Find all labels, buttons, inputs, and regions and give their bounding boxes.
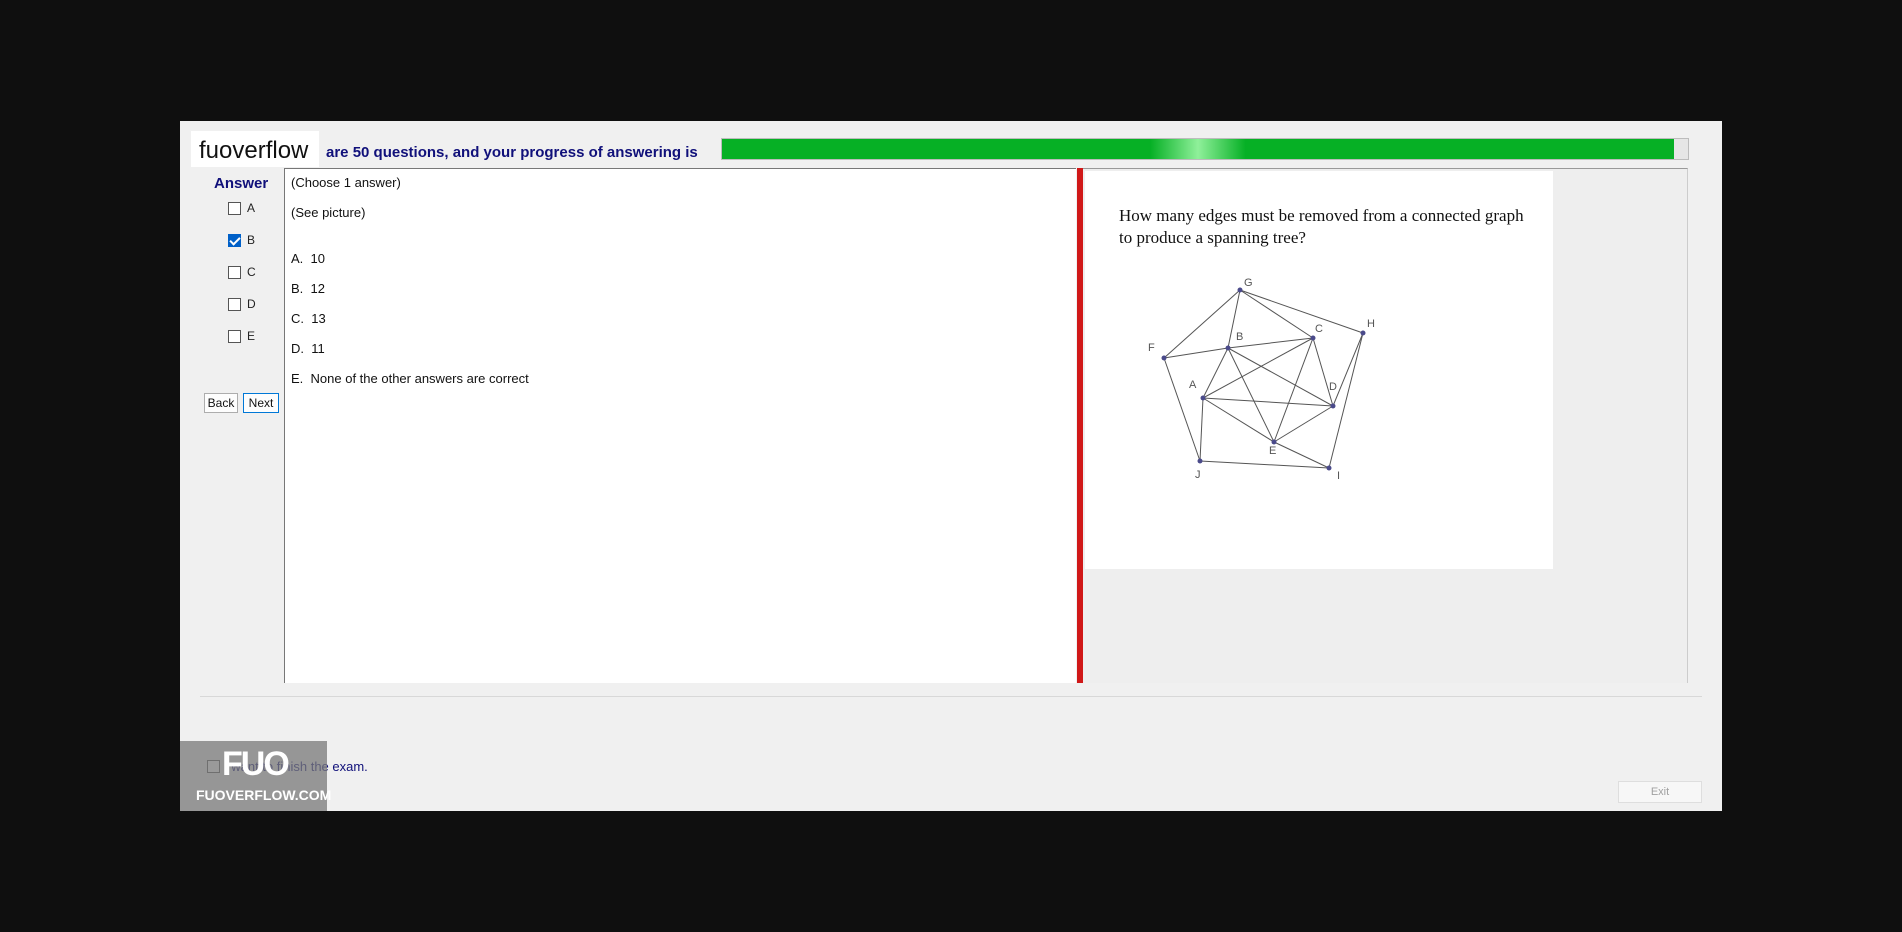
- graph-diagram: A B C D E F G H I J: [1148, 277, 1375, 482]
- graph-edge-b-a: [1202, 347, 1229, 399]
- graph-vertex-c: [1310, 335, 1316, 341]
- choice-e: E. None of the other answers are correct: [291, 371, 529, 386]
- exam-window: fuoverflow are 50 questions, and your pr…: [180, 121, 1722, 811]
- choice-text: 11: [311, 341, 325, 356]
- logo-box: fuoverflow: [191, 131, 319, 167]
- choice-b: B. 12: [291, 281, 325, 296]
- choice-letter: E.: [291, 371, 304, 386]
- answer-checkbox-b[interactable]: [228, 233, 241, 247]
- watermark: FUO FUOVERFLOW.COM: [180, 741, 331, 811]
- graph-vertex-j: [1197, 458, 1203, 464]
- watermark-logo: FUO: [222, 745, 290, 783]
- graph-edge-h-d: [1332, 332, 1364, 407]
- choice-c: C. 13: [291, 311, 326, 326]
- graph-vertex-label-b: B: [1236, 331, 1243, 343]
- graph-vertex-label-a: A: [1189, 379, 1197, 391]
- graph-edge-c-e: [1273, 337, 1314, 443]
- answer-label-c: C: [247, 265, 256, 279]
- graph-edge-a-j: [1199, 397, 1204, 462]
- choice-text: None of the other answers are correct: [310, 371, 529, 386]
- question-panel: (Choose 1 answer) (See picture) A. 10 B.…: [284, 168, 1076, 683]
- graph-vertex-label-g: G: [1244, 277, 1253, 289]
- choice-letter: A.: [291, 251, 304, 266]
- answer-label-b: B: [247, 233, 256, 247]
- answer-label-e: E: [247, 329, 256, 343]
- graph-vertex-b: [1225, 345, 1231, 351]
- choice-d: D. 11: [291, 341, 325, 356]
- graph-vertex-label-j: J: [1195, 469, 1201, 481]
- graph-vertex-e: [1271, 439, 1277, 445]
- answer-panel: Answer A B C D E: [200, 167, 280, 687]
- graph-vertex-label-i: I: [1337, 470, 1340, 482]
- graph-vertex-g: [1237, 287, 1243, 293]
- graph-vertex-h: [1360, 330, 1366, 336]
- graph-vertex-label-f: F: [1148, 342, 1155, 354]
- back-button[interactable]: Back: [204, 393, 238, 413]
- graph-vertex-d: [1330, 403, 1336, 409]
- graph-edge-c-d: [1312, 337, 1334, 407]
- choice-a: A. 10: [291, 251, 325, 266]
- answer-checkbox-d[interactable]: [228, 297, 241, 311]
- answer-title: Answer: [214, 175, 269, 192]
- logo-text: fuoverflow: [199, 137, 309, 164]
- graph-vertex-label-e: E: [1269, 445, 1276, 457]
- graph-edge-c-a: [1202, 337, 1314, 399]
- answer-checkbox-a[interactable]: [228, 201, 241, 215]
- graph-vertex-f: [1161, 355, 1167, 361]
- graph-edge-g-h: [1239, 289, 1364, 334]
- graph-vertex-a: [1200, 395, 1206, 401]
- progress-caption: are 50 questions, and your progress of a…: [326, 144, 698, 161]
- watermark-url: FUOVERFLOW.COM: [196, 787, 332, 803]
- graph-vertex-i: [1326, 465, 1332, 471]
- choice-letter: B.: [291, 281, 304, 296]
- graph-vertex-label-d: D: [1329, 381, 1337, 393]
- next-button[interactable]: Next: [243, 393, 279, 413]
- progress-bar: [721, 138, 1689, 160]
- answer-option-c[interactable]: C: [228, 264, 256, 280]
- exit-button[interactable]: Exit: [1618, 781, 1702, 803]
- frame-divider: [200, 696, 1702, 697]
- answer-option-d[interactable]: D: [228, 296, 256, 312]
- choice-letter: C.: [291, 311, 304, 326]
- answer-checkbox-e[interactable]: [228, 329, 241, 343]
- progress-bar-fill: [722, 139, 1674, 159]
- answer-label-a: A: [247, 201, 256, 215]
- answer-option-e[interactable]: E: [228, 328, 255, 344]
- choice-letter: D.: [291, 341, 304, 356]
- graph-edge-b-d: [1227, 347, 1334, 407]
- choice-text: 10: [310, 251, 325, 266]
- graph-edge-e-i: [1273, 441, 1330, 469]
- graph-edge-j-i: [1199, 460, 1330, 469]
- answer-option-a[interactable]: A: [228, 200, 255, 216]
- answer-label-d: D: [247, 297, 256, 311]
- graph-edge-g-c: [1239, 289, 1314, 339]
- choice-text: 12: [310, 281, 325, 296]
- graph-vertex-label-h: H: [1367, 318, 1375, 330]
- graph-edge-e-d: [1273, 405, 1334, 443]
- choice-text: 13: [311, 311, 326, 326]
- graph-edge-f-j: [1163, 357, 1201, 462]
- question-note: (See picture): [291, 205, 366, 220]
- question-picture: How many edges must be removed from a co…: [1085, 171, 1553, 569]
- graph-vertex-label-c: C: [1315, 323, 1323, 335]
- answer-checkbox-c[interactable]: [228, 265, 241, 279]
- graph-edge-h-i: [1328, 332, 1364, 469]
- answer-option-b[interactable]: B: [228, 232, 255, 248]
- graph-edge-a-d: [1202, 397, 1334, 407]
- question-instruction: (Choose 1 answer): [291, 175, 401, 190]
